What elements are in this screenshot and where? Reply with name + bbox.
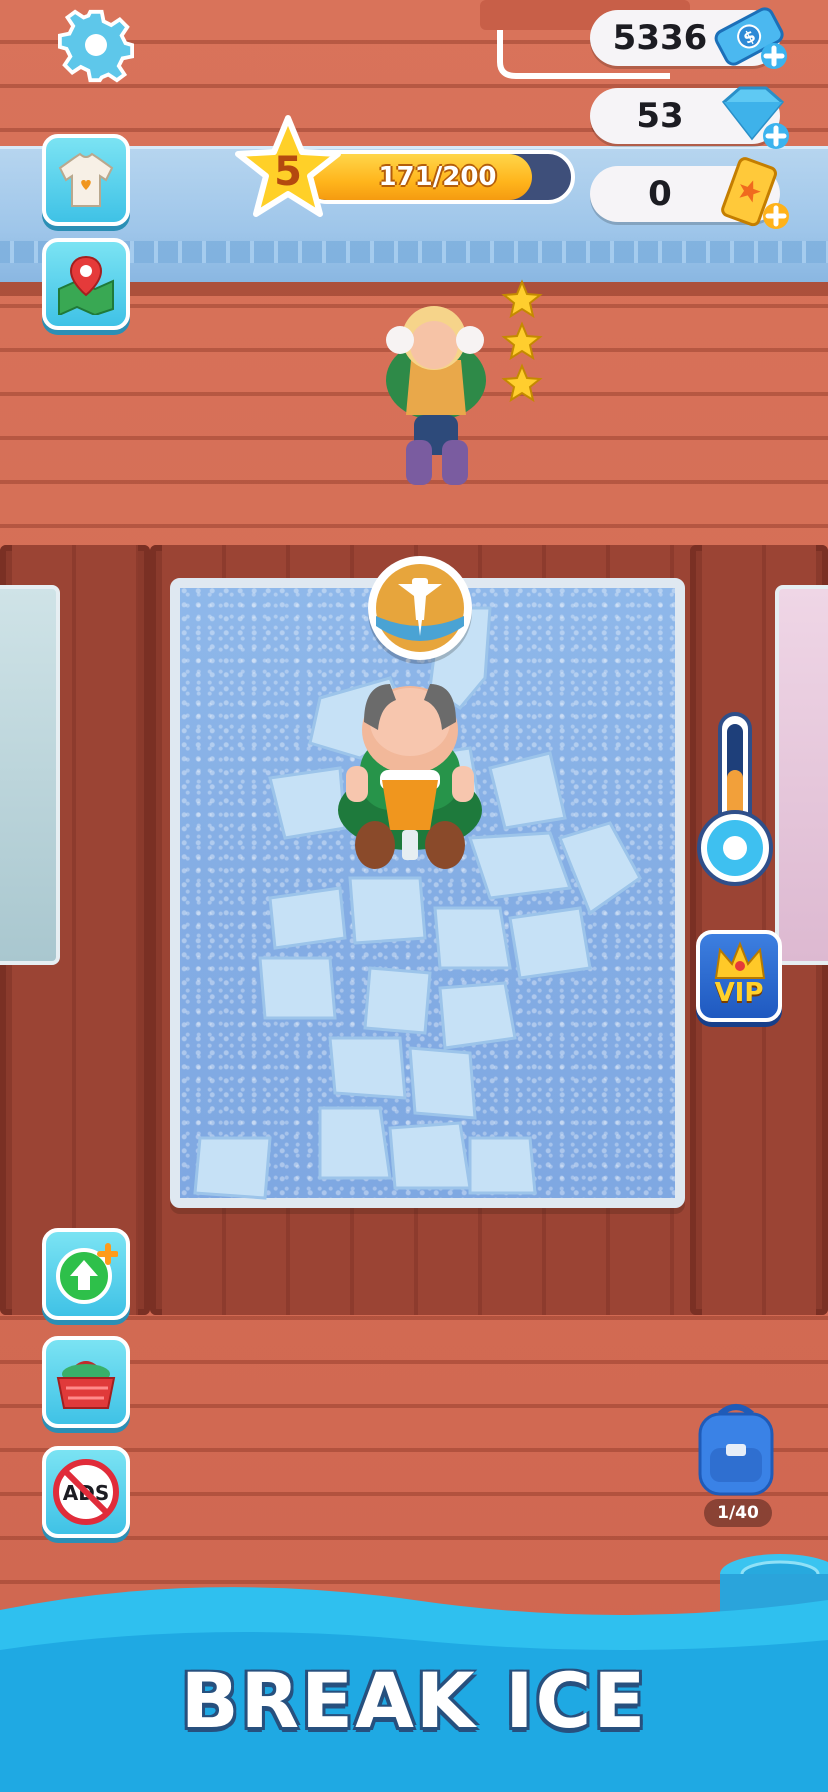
shop-button[interactable]	[42, 1336, 130, 1428]
gem-icon[interactable]	[712, 80, 792, 152]
thermometer-icon	[697, 712, 773, 886]
ticket-icon[interactable]	[712, 154, 792, 234]
jackhammer-icon	[376, 564, 464, 652]
rating-star	[501, 279, 543, 319]
map-button[interactable]	[42, 238, 130, 330]
tshirt-icon	[58, 152, 114, 207]
ice-block-right	[775, 585, 828, 965]
xp-label: 171/200	[378, 162, 497, 192]
upgrade-button[interactable]	[42, 1228, 130, 1320]
ticket-value: 0	[648, 174, 672, 214]
basket-icon	[56, 1361, 116, 1409]
gear-icon[interactable]	[58, 8, 134, 84]
map-pin-icon	[58, 255, 114, 315]
level-number: 5	[274, 149, 302, 195]
vip-button[interactable]: VIP	[696, 930, 782, 1022]
banner-title: BREAK ICE	[180, 1655, 648, 1745]
ice-block-left	[0, 585, 60, 965]
upgrade-arrow-icon	[56, 1243, 118, 1304]
cash-value: 5336	[612, 18, 708, 58]
vip-label: VIP	[714, 978, 764, 1008]
game-screen[interactable]: 5336 $ 53 0 171/200 5 VIP 1/40 BREAK ICE	[0, 0, 828, 1792]
no-ads-icon: ADS	[53, 1459, 119, 1525]
cash-icon[interactable]: $	[710, 0, 790, 72]
customer-character	[386, 306, 486, 485]
rating-star	[501, 363, 543, 403]
customer-rating	[500, 278, 544, 408]
backpack-count: 1/40	[704, 1499, 772, 1527]
backpack-icon[interactable]	[690, 1400, 782, 1500]
rating-star	[501, 321, 543, 361]
player-character	[338, 684, 482, 869]
outfit-button[interactable]	[42, 134, 130, 226]
gem-value: 53	[636, 96, 684, 136]
no-ads-button[interactable]: ADS	[42, 1446, 130, 1538]
tool-bubble	[368, 556, 472, 660]
